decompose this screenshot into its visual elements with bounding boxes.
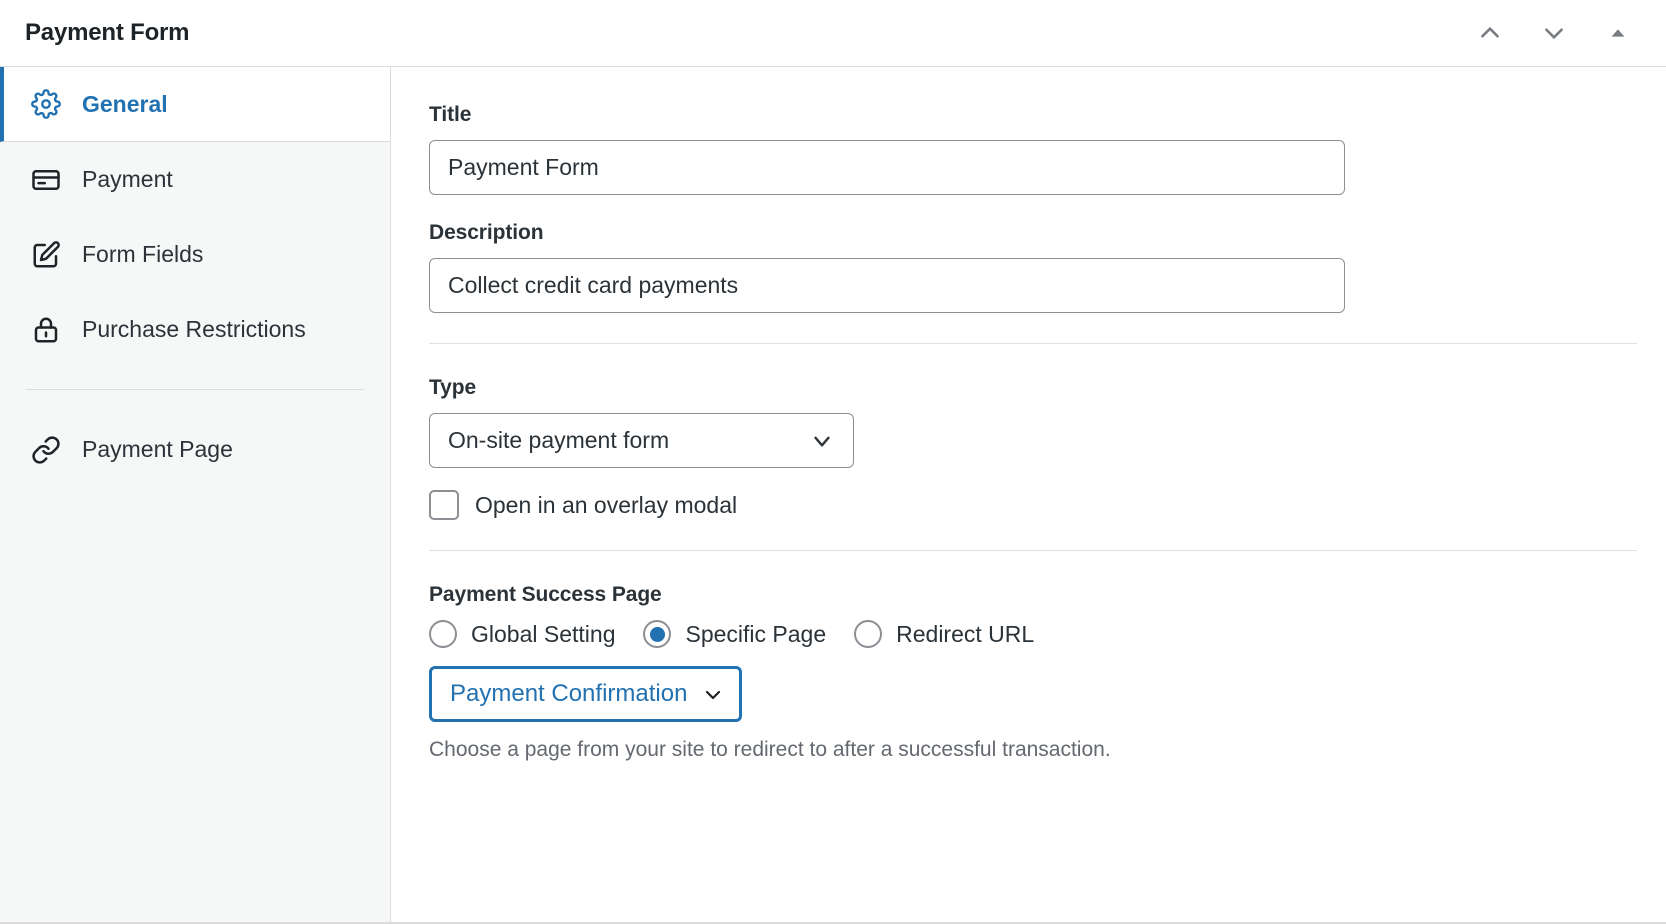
radio-label: Redirect URL — [896, 620, 1035, 647]
sidebar-item-label: Purchase Restrictions — [82, 316, 306, 342]
link-icon — [30, 434, 62, 466]
success-page-help-text: Choose a page from your site to redirect… — [429, 738, 1111, 761]
gear-icon — [30, 88, 62, 120]
collapse-button[interactable] — [1596, 11, 1640, 55]
divider-type — [429, 343, 1637, 344]
overlay-modal-checkbox-row[interactable]: Open in an overlay modal — [429, 490, 1638, 520]
title-field-group: Title — [429, 103, 1638, 195]
success-page-select[interactable]: Payment Confirmation — [429, 666, 743, 722]
type-field-group: Type On-site payment form Open in an ove… — [429, 376, 1638, 520]
success-page-select-value: Payment Confirmation — [450, 680, 688, 707]
radio-button[interactable] — [429, 620, 457, 648]
triangle-up-icon — [1607, 22, 1629, 44]
radio-button[interactable] — [854, 620, 883, 648]
title-input[interactable] — [429, 140, 1345, 195]
description-input[interactable] — [429, 258, 1345, 313]
settings-content: Title Description Type On-site payment f… — [391, 67, 1666, 922]
overlay-modal-label: Open in an overlay modal — [475, 491, 738, 518]
sidebar-item-label: Payment — [82, 166, 173, 192]
chevron-up-icon — [1477, 20, 1503, 46]
settings-sidebar: General Payment Form Fields Purchase Res… — [0, 67, 391, 922]
sidebar-item-payment-page[interactable]: Payment Page — [0, 412, 390, 487]
sidebar-divider — [26, 389, 364, 390]
header-actions — [1468, 11, 1640, 55]
page-title: Payment Form — [25, 19, 190, 46]
description-field-group: Description — [429, 221, 1638, 313]
panel-header: Payment Form — [0, 0, 1666, 67]
credit-card-icon — [30, 164, 62, 196]
success-page-label: Payment Success Page — [429, 583, 662, 606]
radio-label: Specific Page — [685, 620, 827, 647]
type-select-value: On-site payment form — [448, 427, 670, 453]
radio-label: Global Setting — [471, 620, 616, 647]
edit-square-icon — [30, 239, 62, 271]
type-select[interactable]: On-site payment form — [429, 413, 854, 468]
radio-specific-page[interactable]: Specific Page — [643, 620, 826, 648]
description-label: Description — [429, 221, 544, 244]
overlay-modal-checkbox[interactable] — [429, 490, 459, 520]
type-label: Type — [429, 376, 477, 399]
chevron-down-icon — [1541, 20, 1567, 46]
radio-button[interactable] — [643, 620, 672, 648]
sidebar-item-form-fields[interactable]: Form Fields — [0, 217, 390, 292]
chevron-down-icon — [701, 682, 725, 706]
sidebar-item-general[interactable]: General — [0, 67, 390, 142]
lock-icon — [30, 314, 62, 346]
move-up-button[interactable] — [1468, 11, 1512, 55]
radio-redirect-url[interactable]: Redirect URL — [854, 620, 1034, 648]
divider-success-page — [429, 550, 1637, 551]
success-page-radio-group: Global Setting Specific Page Redirect UR… — [429, 620, 1638, 648]
payment-form-panel: Payment Form General Payment Form Fields… — [0, 0, 1666, 924]
chevron-down-icon — [809, 428, 835, 454]
sidebar-item-purchase-restrictions[interactable]: Purchase Restrictions — [0, 292, 390, 367]
radio-global-setting[interactable]: Global Setting — [429, 620, 615, 648]
sidebar-item-label: Form Fields — [82, 241, 204, 267]
sidebar-item-payment[interactable]: Payment — [0, 142, 390, 217]
title-label: Title — [429, 103, 472, 126]
success-page-group: Payment Success Page Global Setting Spec… — [429, 583, 1638, 762]
move-down-button[interactable] — [1532, 11, 1576, 55]
sidebar-item-label: General — [82, 90, 168, 117]
panel-body: General Payment Form Fields Purchase Res… — [0, 67, 1666, 922]
sidebar-item-label: Payment Page — [82, 436, 233, 462]
